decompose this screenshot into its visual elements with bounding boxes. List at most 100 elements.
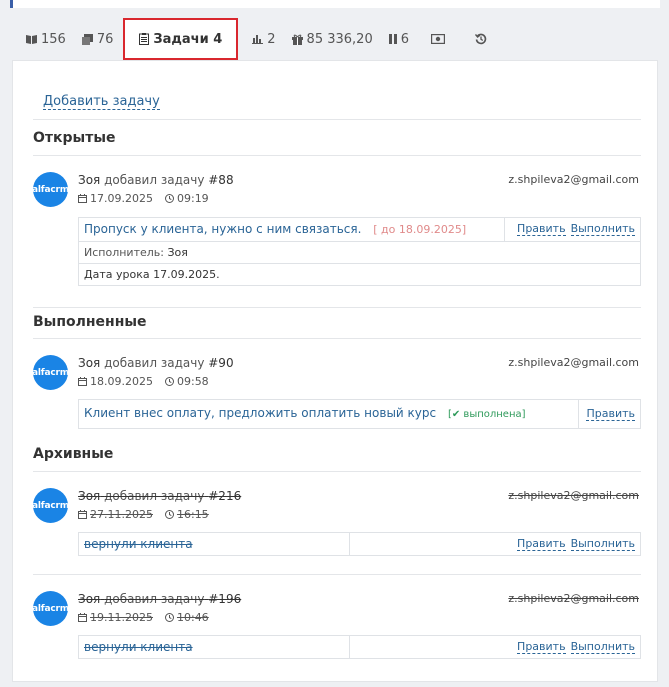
clock-icon (164, 377, 174, 386)
executor-name: Зоя (167, 246, 188, 259)
task-meta: 19.11.2025 10:46 (78, 611, 209, 624)
task-verb: добавил задачу (104, 173, 205, 187)
task-number: #88 (208, 173, 234, 187)
task-time: 10:46 (176, 611, 209, 624)
avatar: alfacrm (33, 172, 68, 207)
divider (33, 307, 641, 308)
calendar-icon (78, 194, 87, 203)
tab-bar: 156 76 Задачи 4 2 85 336,20 6 (0, 18, 669, 60)
task-author: Зоя (78, 489, 101, 503)
divider (33, 574, 641, 575)
tab-lessons[interactable]: 156 (26, 19, 66, 59)
edit-task-link[interactable]: Править (517, 537, 566, 551)
clock-icon (164, 194, 174, 203)
section-title-open: Открытые (33, 130, 116, 146)
task-card: Пропуск у клиента, нужно с ним связаться… (78, 217, 641, 286)
task-date: 27.11.2025 (90, 508, 153, 521)
task-header: Зоя добавил задачу #216 (78, 489, 241, 503)
cash-icon (431, 34, 445, 44)
task-verb: добавил задачу (104, 489, 205, 503)
clock-icon (164, 510, 174, 519)
tasks-panel: Добавить задачу Открытые alfacrm Зоя доб… (12, 60, 658, 682)
task-number: #90 (208, 356, 234, 370)
tab-stats[interactable]: 2 (252, 19, 276, 59)
task-author: Зоя (78, 592, 101, 606)
task-date: 17.09.2025 (90, 192, 153, 205)
task-meta: 17.09.2025 09:19 (78, 192, 209, 205)
check-icon: ✔ (451, 409, 461, 420)
tab-history[interactable] (475, 19, 487, 59)
task-actions: Править Выполнить (504, 636, 640, 658)
task-author: Зоя (78, 356, 101, 370)
task-actions: Править Выполнить (504, 218, 640, 241)
task-text: Пропуск у клиента, нужно с ним связаться… (84, 222, 362, 236)
notes-icon (81, 33, 93, 45)
task-time: 16:15 (176, 508, 209, 521)
tab-label: 6 (400, 31, 409, 47)
edit-task-link[interactable]: Править (517, 640, 566, 654)
task-email: z.shpileva2@gmail.com (508, 592, 639, 605)
calendar-icon (78, 510, 87, 519)
complete-task-link[interactable]: Выполнить (570, 223, 635, 236)
avatar: alfacrm (33, 355, 68, 390)
task-note: Дата урока 17.09.2025. (84, 268, 220, 281)
task-date: 19.11.2025 (90, 611, 153, 624)
top-card-edge (10, 0, 660, 8)
task-date: 18.09.2025 (90, 375, 153, 388)
tab-balance[interactable]: 85 336,20 (291, 19, 373, 59)
divider (33, 155, 641, 156)
status-label: выполнена (463, 409, 522, 420)
task-email: z.shpileva2@gmail.com (508, 356, 639, 369)
task-header: Зоя добавил задачу #90 (78, 356, 234, 370)
task-header: Зоя добавил задачу #196 (78, 592, 241, 606)
tab-notes[interactable]: 76 (81, 19, 114, 59)
task-text-cell: Клиент внес оплату, предложить оплатить … (79, 400, 578, 428)
task-meta: 18.09.2025 09:58 (78, 375, 209, 388)
history-icon (475, 33, 487, 45)
clock-icon (164, 613, 174, 622)
task-verb: добавил задачу (104, 356, 205, 370)
section-title-done: Выполненные (33, 314, 147, 330)
tab-label: Задачи 4 (153, 31, 223, 47)
task-actions: Править (578, 400, 640, 428)
executor-label: Исполнитель: (84, 246, 164, 259)
avatar: alfacrm (33, 591, 68, 626)
divider (33, 119, 641, 120)
complete-task-link[interactable]: Выполнить (570, 537, 635, 551)
tab-pauses[interactable]: 6 (388, 19, 409, 59)
complete-task-link[interactable]: Выполнить (570, 640, 635, 654)
tab-label: 2 (267, 31, 276, 47)
pause-icon (388, 34, 397, 44)
task-author: Зоя (78, 173, 101, 187)
divider (33, 338, 641, 339)
tab-payments[interactable] (431, 19, 445, 59)
edit-task-link[interactable]: Править (586, 407, 635, 421)
task-verb: добавил задачу (104, 592, 205, 606)
task-text: вернули клиента (79, 533, 350, 555)
edit-task-link[interactable]: Править (517, 223, 566, 236)
task-text: вернули клиента (79, 636, 350, 658)
task-header: Зоя добавил задачу #88 (78, 173, 234, 187)
task-time: 09:58 (176, 375, 209, 388)
calendar-icon (78, 613, 87, 622)
task-executor-row: Исполнитель: Зоя (79, 242, 640, 264)
bar-chart-icon (252, 35, 264, 44)
task-note-row: Дата урока 17.09.2025. (79, 264, 640, 285)
tab-tasks[interactable]: Задачи 4 (123, 18, 239, 60)
task-card: Клиент внес оплату, предложить оплатить … (78, 399, 641, 429)
tab-label: 76 (96, 31, 114, 47)
task-deadline: [ до 18.09.2025] (373, 223, 467, 236)
book-icon (26, 35, 37, 44)
task-text-cell: Пропуск у клиента, нужно с ним связаться… (79, 218, 504, 241)
task-status: [✔ выполнена] (447, 409, 526, 420)
task-actions: Править Выполнить (504, 533, 640, 555)
task-meta: 27.11.2025 16:15 (78, 508, 209, 521)
tab-label: 85 336,20 (306, 31, 373, 47)
gift-icon (291, 34, 303, 45)
task-email: z.shpileva2@gmail.com (508, 173, 639, 186)
add-task-link[interactable]: Добавить задачу (43, 94, 160, 110)
task-email: z.shpileva2@gmail.com (508, 489, 639, 502)
task-list-icon (139, 33, 150, 45)
task-card: вернули клиента Править Выполнить (78, 635, 641, 659)
section-title-archive: Архивные (33, 446, 114, 462)
